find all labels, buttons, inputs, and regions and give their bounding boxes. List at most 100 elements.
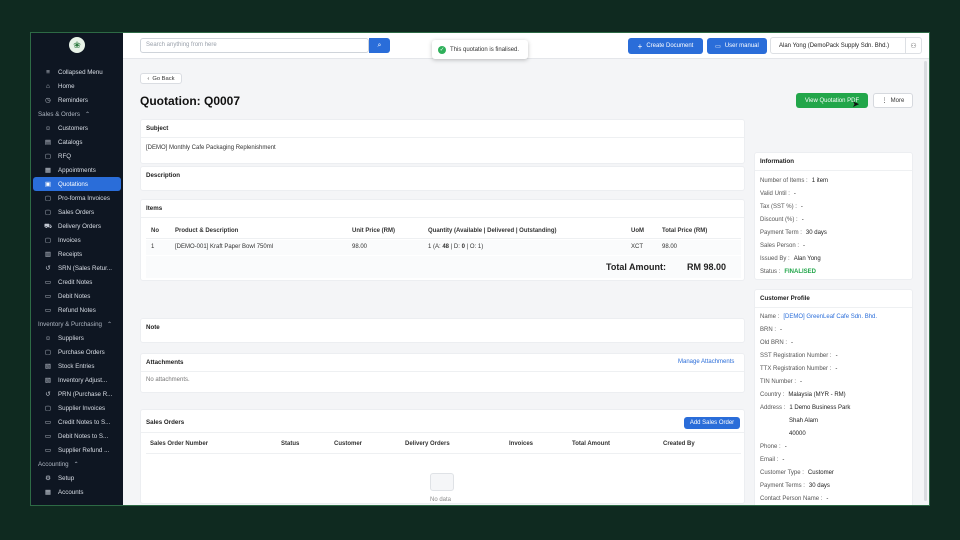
sidebar-item-prn-purchase-r[interactable]: ↺ PRN (Purchase R... xyxy=(31,387,123,401)
field-key: Payment Terms : xyxy=(760,483,805,489)
sidebar-item-pro-forma-invoices[interactable]: ▢ Pro-forma Invoices xyxy=(31,191,123,205)
field-value: 1 item xyxy=(811,178,829,184)
sidebar-item-stock-entries[interactable]: ▧ Stock Entries xyxy=(31,359,123,373)
empty-inbox-icon xyxy=(430,473,454,491)
sidebar-item-label: Refund Notes xyxy=(58,306,96,314)
manage-attachments-link[interactable]: Manage Attachments xyxy=(678,359,734,365)
field-key: Valid Until : xyxy=(760,191,790,197)
sidebar-item-sales-orders[interactable]: ▢ Sales Orders xyxy=(31,205,123,219)
field-row: Phone :- xyxy=(760,444,787,450)
field-row: Tax (SST %) :- xyxy=(760,204,803,210)
so-col-delivery: Delivery Orders xyxy=(405,441,450,447)
col-unit-price: Unit Price (RM) xyxy=(352,228,396,234)
sidebar-item-label: Inventory Adjust... xyxy=(58,376,108,384)
row-quantity: 1 (A: 48 | D: 0 | O: 1) xyxy=(428,244,483,250)
card-icon: ▭ xyxy=(44,307,52,314)
more-button[interactable]: ⋮ More xyxy=(873,93,913,108)
sidebar-item-rfq[interactable]: ▢ RFQ xyxy=(31,149,123,163)
subject-card: Subject [DEMO] Monthly Cafe Packaging Re… xyxy=(140,119,745,164)
app-window: ❀ ≡ Collapsed Menu ⌂ Home ◷ Reminders Sales & … xyxy=(30,32,930,506)
add-sales-order-button[interactable]: Add Sales Order xyxy=(684,417,740,429)
users-icon: ☺ xyxy=(44,334,52,342)
sidebar-item-debit-notes[interactable]: ▭ Debit Notes xyxy=(31,289,123,303)
sidebar-item-label: Reminders xyxy=(58,96,88,104)
field-row: SST Registration Number :- xyxy=(760,353,838,359)
sidebar-item-purchase-orders[interactable]: ▢ Purchase Orders xyxy=(31,345,123,359)
sidebar-item-credit-notes[interactable]: ▭ Credit Notes xyxy=(31,275,123,289)
field-row: Name : [DEMO] GreenLeaf Cafe Sdn. Bhd. xyxy=(760,314,877,320)
sidebar-item-appointments[interactable]: ▦ Appointments xyxy=(31,163,123,177)
page-title: Quotation: Q0007 xyxy=(140,94,241,108)
attachments-empty: No attachments. xyxy=(146,377,190,383)
description-header: Description xyxy=(146,172,181,179)
sidebar-item-customers[interactable]: ☺ Customers xyxy=(31,121,123,135)
sidebar-item-supplier-invoices[interactable]: ▢ Supplier Invoices xyxy=(31,401,123,415)
row-unit-price: 98.00 xyxy=(352,244,368,250)
field-row: Country : Malaysia (MYR - RM) xyxy=(760,392,846,398)
go-back-label: Go Back xyxy=(152,75,175,82)
field-key: Country : xyxy=(760,392,785,398)
sidebar-item-label: PRN (Purchase R... xyxy=(58,390,113,398)
sidebar-item-label: Home xyxy=(58,82,75,90)
field-row: Sales Person :- xyxy=(760,243,805,249)
sidebar-item-reminders[interactable]: ◷ Reminders xyxy=(31,93,123,107)
sidebar-item-home[interactable]: ⌂ Home xyxy=(31,79,123,93)
sidebar-item-inventory-purchasing[interactable]: Inventory & Purchasing ⌃ xyxy=(31,317,123,331)
sidebar-item-label: Customers xyxy=(58,124,88,132)
chevron-up-icon: ⌃ xyxy=(106,321,113,328)
sidebar-item-delivery-orders[interactable]: ⛟ Delivery Orders xyxy=(31,219,123,233)
sidebar-item-label: Quotations xyxy=(58,180,88,188)
gear-icon: ⚙ xyxy=(45,475,51,482)
items-card: Items No Product & Description Unit Pric… xyxy=(140,199,745,281)
go-back-button[interactable]: ‹ Go Back xyxy=(140,73,182,84)
sidebar-item-label: SRN (Sales Retur... xyxy=(58,264,112,272)
subject-value: [DEMO] Monthly Cafe Packaging Replenishm… xyxy=(146,145,276,151)
sidebar-item-debit-notes-to-s[interactable]: ▭ Debit Notes to S... xyxy=(31,429,123,443)
field-value: Customer xyxy=(807,470,834,476)
more-label: More xyxy=(890,97,905,104)
search-input[interactable]: Search anything from here xyxy=(140,38,369,53)
toast-message: This quotation is finalised. xyxy=(450,46,520,53)
scrollbar[interactable] xyxy=(924,61,927,501)
field-row: Payment Terms :30 days xyxy=(760,483,830,489)
user-manual-button[interactable]: ▭ User manual xyxy=(707,38,767,54)
sidebar-item-sales-orders[interactable]: Sales & Orders ⌃ xyxy=(31,107,123,121)
sidebar-item-credit-notes-to-s[interactable]: ▭ Credit Notes to S... xyxy=(31,415,123,429)
sidebar-item-accounting[interactable]: Accounting ⌃ xyxy=(31,457,123,471)
sidebar-item-srn-sales-retur[interactable]: ↺ SRN (Sales Retur... xyxy=(31,261,123,275)
sidebar-item-invoices[interactable]: ▢ Invoices xyxy=(31,233,123,247)
sidebar-item-inventory-adjust[interactable]: ▧ Inventory Adjust... xyxy=(31,373,123,387)
col-uom: UoM xyxy=(631,228,644,234)
return-icon: ↺ xyxy=(45,391,51,398)
sidebar-item-suppliers[interactable]: ☺ Suppliers xyxy=(31,331,123,345)
field-row: BRN :- xyxy=(760,327,782,333)
sidebar-item-label: Inventory & Purchasing xyxy=(38,320,102,328)
home-icon: ⌂ xyxy=(46,82,50,90)
field-row: Number of Items :1 item xyxy=(760,178,828,184)
field-value: - xyxy=(800,204,803,210)
search-button[interactable]: ⌕ xyxy=(369,38,390,53)
create-document-button[interactable]: + Create Document xyxy=(628,38,703,54)
sales-orders-card: Sales Orders Add Sales Order Sales Order… xyxy=(140,409,745,504)
sidebar-item-collapsed-menu[interactable]: ≡ Collapsed Menu xyxy=(31,65,123,79)
field-row: Payment Term :30 days xyxy=(760,230,827,236)
field-row: TIN Number :- xyxy=(760,379,802,385)
accounts-icon: ▦ xyxy=(44,489,52,496)
sidebar-item-refund-notes[interactable]: ▭ Refund Notes xyxy=(31,303,123,317)
quotation-icon: ▣ xyxy=(44,181,52,188)
catalog-icon: ▤ xyxy=(44,139,52,146)
sidebar-item-accounts[interactable]: ▦ Accounts xyxy=(31,485,123,499)
sidebar-item-label: Credit Notes to S... xyxy=(58,418,111,426)
field-key: BRN : xyxy=(760,327,777,333)
app-logo: ❀ xyxy=(69,37,85,53)
sidebar-item-setup[interactable]: ⚙ Setup xyxy=(31,471,123,485)
sidebar-item-receipts[interactable]: ▥ Receipts xyxy=(31,247,123,261)
sidebar-item-supplier-refund[interactable]: ▭ Supplier Refund ... xyxy=(31,443,123,457)
subject-header: Subject xyxy=(146,125,169,132)
sidebar-item-quotations[interactable]: ▣ Quotations xyxy=(33,177,121,191)
sidebar-item-label: Debit Notes to S... xyxy=(58,432,109,440)
user-menu[interactable]: Alan Yong (DemoPack Supply Sdn. Bhd.) ⚇ xyxy=(770,37,922,54)
chevron-up-icon: ⌃ xyxy=(84,111,90,118)
field-value: 1 Demo Business Park xyxy=(789,405,851,411)
sidebar-item-catalogs[interactable]: ▤ Catalogs xyxy=(31,135,123,149)
